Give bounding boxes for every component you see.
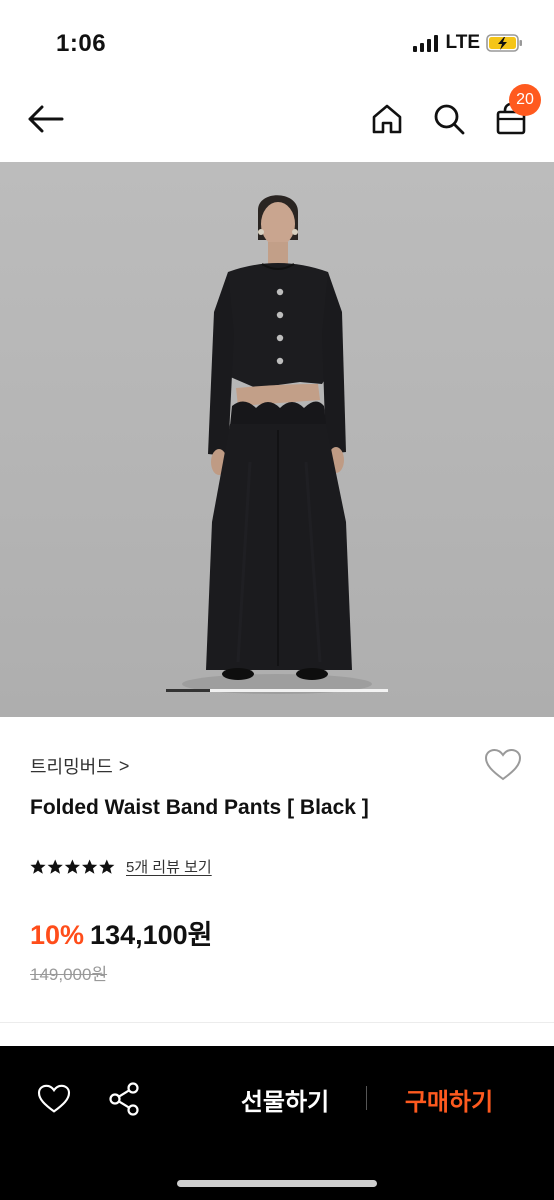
back-arrow-icon[interactable] <box>22 98 68 140</box>
wishlist-heart-icon[interactable] <box>484 748 522 787</box>
battery-charging-icon <box>486 33 524 53</box>
product-title: Folded Waist Band Pants [ Black ] <box>30 796 369 819</box>
cart-count-badge: 20 <box>509 84 541 116</box>
network-label: LTE <box>445 32 480 53</box>
navigation-bar <box>0 80 554 162</box>
heart-icon[interactable] <box>34 1080 74 1118</box>
divider <box>0 1022 554 1023</box>
original-price: 149,000원 <box>30 965 108 984</box>
buy-button[interactable]: 구매하기 <box>384 1082 514 1116</box>
home-icon[interactable] <box>366 98 408 140</box>
signal-icon <box>412 34 438 52</box>
sale-price: 134,100원 <box>90 920 213 950</box>
carousel-progress <box>166 689 388 692</box>
button-separator <box>366 1086 367 1110</box>
status-bar: 1:06 LTE <box>0 0 554 80</box>
status-indicators: LTE <box>412 32 524 54</box>
chevron-right-icon: > <box>118 755 130 776</box>
bottom-action-bar: 선물하기 구매하기 <box>0 1046 554 1200</box>
brand-name: 트리밍버드 <box>30 757 113 777</box>
rating-row: 5개 리뷰 보기 <box>30 856 212 877</box>
product-photo <box>182 195 372 694</box>
star-icons <box>30 859 115 874</box>
search-icon[interactable] <box>428 98 470 140</box>
review-link[interactable]: 5개 리뷰 보기 <box>126 856 212 877</box>
rating-stars <box>30 859 116 875</box>
discount-rate: 10% <box>30 920 85 950</box>
share-icon[interactable] <box>104 1080 144 1118</box>
price-row: 10% 134,100원 <box>30 913 213 952</box>
product-image-carousel[interactable] <box>0 162 554 717</box>
status-time: 1:06 <box>56 30 107 57</box>
home-indicator <box>177 1180 377 1187</box>
gift-button[interactable]: 선물하기 <box>220 1082 350 1116</box>
brand-link[interactable]: 트리밍버드 > <box>30 753 129 779</box>
carousel-progress-active <box>166 689 211 692</box>
